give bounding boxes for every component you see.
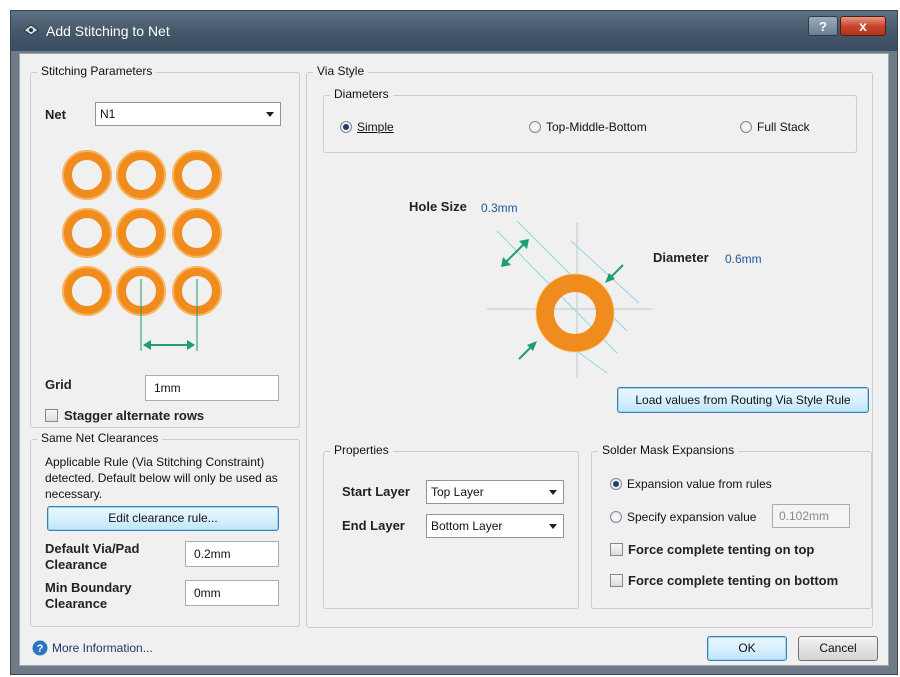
cancel-button[interactable]: Cancel <box>798 636 878 661</box>
same-net-clearances-group: Same Net Clearances Applicable Rule (Via… <box>30 431 300 627</box>
grid-label: Grid <box>45 377 72 392</box>
via-cross-section-diagram <box>487 220 652 378</box>
more-information-label: More Information... <box>52 641 153 655</box>
load-values-button[interactable]: Load values from Routing Via Style Rule <box>617 387 869 413</box>
tent-top-checkbox[interactable] <box>610 543 623 556</box>
chevron-down-icon <box>549 490 557 495</box>
end-layer-select-value: Bottom Layer <box>431 519 503 533</box>
radio-selected-dot <box>343 124 349 130</box>
help-button[interactable]: ? <box>808 16 838 36</box>
stagger-label: Stagger alternate rows <box>64 408 205 423</box>
radio-specify-expansion-label: Specify expansion value <box>627 510 757 524</box>
solder-mask-label: Solder Mask Expansions <box>598 443 739 457</box>
close-button[interactable]: x <box>840 16 886 36</box>
via-style-label: Via Style <box>313 64 369 78</box>
rule-info-text: Applicable Rule (Via Stitching Constrain… <box>45 455 278 501</box>
tent-bottom-label: Force complete tenting on bottom <box>628 573 839 588</box>
radio-selected-dot <box>613 481 619 487</box>
default-clearance-label: Default Via/Pad Clearance <box>45 541 140 572</box>
hole-size-label: Hole Size <box>409 199 467 214</box>
solder-mask-group: Solder Mask Expansions Expansion value f… <box>591 443 872 609</box>
grid-input[interactable]: 1mm <box>145 375 279 401</box>
specify-expansion-input[interactable]: 0.102mm <box>772 504 850 528</box>
radio-full-stack-label: Full Stack <box>757 120 810 134</box>
radio-top-middle-bottom-label: Top-Middle-Bottom <box>546 120 647 134</box>
chevron-down-icon <box>549 524 557 529</box>
edit-clearance-rule-button[interactable]: Edit clearance rule... <box>47 506 279 531</box>
diameter-value: 0.6mm <box>725 252 762 266</box>
ok-button[interactable]: OK <box>707 636 787 661</box>
title-bar[interactable]: Add Stitching to Net ? x <box>11 11 897 51</box>
dialog-window: Add Stitching to Net ? x Stitching Param… <box>10 10 898 675</box>
end-layer-label: End Layer <box>342 518 405 533</box>
tent-top-label: Force complete tenting on top <box>628 542 815 557</box>
start-layer-label: Start Layer <box>342 484 410 499</box>
dialog-client: Stitching Parameters Net N1 Grid 1mm Sta… <box>19 53 889 666</box>
radio-expansion-from-rules-label: Expansion value from rules <box>627 477 772 491</box>
help-circle-icon: ? <box>32 640 48 656</box>
svg-text:?: ? <box>37 643 44 655</box>
start-layer-select-value: Top Layer <box>431 485 484 499</box>
stagger-checkbox[interactable] <box>45 409 58 422</box>
stitching-parameters-group: Stitching Parameters Net N1 Grid 1mm Sta… <box>30 64 300 428</box>
radio-simple[interactable] <box>340 121 352 133</box>
radio-specify-expansion[interactable] <box>610 511 622 523</box>
properties-group: Properties Start Layer Top Layer End Lay… <box>323 443 579 609</box>
via-style-group: Via Style Diameters Simple Top-Middle-Bo… <box>306 64 873 628</box>
end-layer-select[interactable]: Bottom Layer <box>426 514 564 538</box>
net-select[interactable]: N1 <box>95 102 281 126</box>
radio-expansion-from-rules[interactable] <box>610 478 622 490</box>
diameters-group: Diameters Simple Top-Middle-Bottom Full … <box>323 87 857 153</box>
net-select-value: N1 <box>100 107 116 121</box>
radio-top-middle-bottom[interactable] <box>529 121 541 133</box>
tent-bottom-checkbox[interactable] <box>610 574 623 587</box>
window-title: Add Stitching to Net <box>46 23 170 39</box>
default-clearance-input[interactable]: 0.2mm <box>185 541 279 567</box>
net-label: Net <box>45 107 66 122</box>
min-boundary-clearance-input[interactable]: 0mm <box>185 580 279 606</box>
min-boundary-clearance-label: Min Boundary Clearance <box>45 580 132 611</box>
start-layer-select[interactable]: Top Layer <box>426 480 564 504</box>
app-icon <box>23 24 39 36</box>
properties-label: Properties <box>330 443 393 457</box>
chevron-down-icon <box>266 112 274 117</box>
radio-simple-label: Simple <box>357 120 394 134</box>
same-net-clearances-label: Same Net Clearances <box>37 431 163 445</box>
via-grid-preview <box>62 150 222 351</box>
diameters-label: Diameters <box>330 87 393 101</box>
radio-full-stack[interactable] <box>740 121 752 133</box>
stitching-parameters-label: Stitching Parameters <box>37 64 157 78</box>
